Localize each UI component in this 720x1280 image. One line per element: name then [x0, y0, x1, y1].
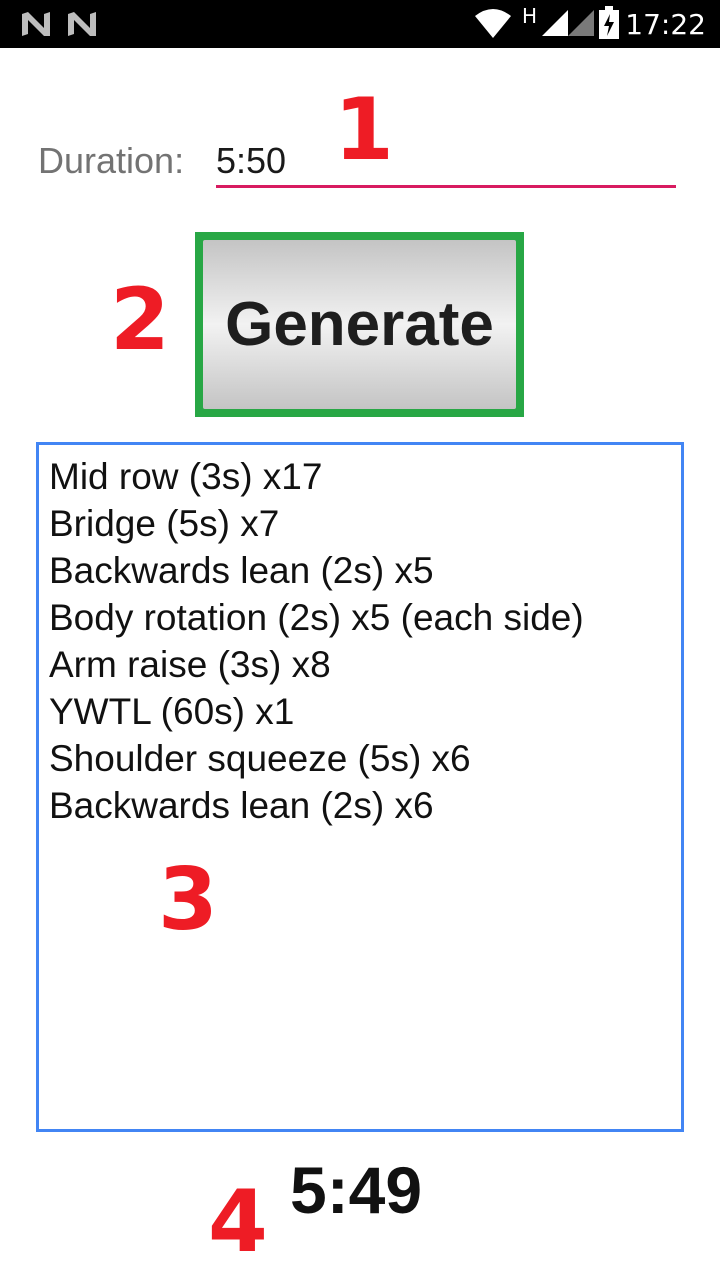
- duration-input[interactable]: [216, 136, 676, 188]
- exercise-list[interactable]: Mid row (3s) x17 Bridge (5s) x7 Backward…: [36, 442, 684, 1132]
- cell-signal-icon: [568, 10, 594, 36]
- status-time: 17:22: [625, 8, 706, 41]
- list-item: Bridge (5s) x7: [49, 503, 280, 544]
- list-item: Backwards lean (2s) x6: [49, 785, 434, 826]
- annotation-marker-4: 4: [208, 1172, 268, 1272]
- annotation-marker-1: 1: [334, 80, 394, 180]
- list-item: Shoulder squeeze (5s) x6: [49, 738, 471, 779]
- list-item: Body rotation (2s) x5 (each side): [49, 597, 584, 638]
- countdown-timer: 5:49: [290, 1153, 423, 1227]
- status-bar: H 17:22: [0, 0, 720, 48]
- battery-charging-icon: [599, 6, 619, 39]
- list-item: YWTL (60s) x1: [49, 691, 295, 732]
- network-type-label: H: [522, 4, 538, 28]
- duration-label: Duration:: [38, 140, 185, 181]
- annotation-marker-2: 2: [110, 270, 170, 370]
- wifi-icon: [475, 9, 511, 38]
- generate-button[interactable]: Generate: [203, 240, 516, 409]
- notification-n-icon: [68, 12, 96, 36]
- list-item: Backwards lean (2s) x5: [49, 550, 434, 591]
- notification-n-icon: [22, 12, 50, 36]
- list-item: Arm raise (3s) x8: [49, 644, 331, 685]
- generate-button-outline: Generate: [195, 232, 524, 417]
- list-item: Mid row (3s) x17: [49, 456, 323, 497]
- annotation-marker-3: 3: [158, 850, 218, 950]
